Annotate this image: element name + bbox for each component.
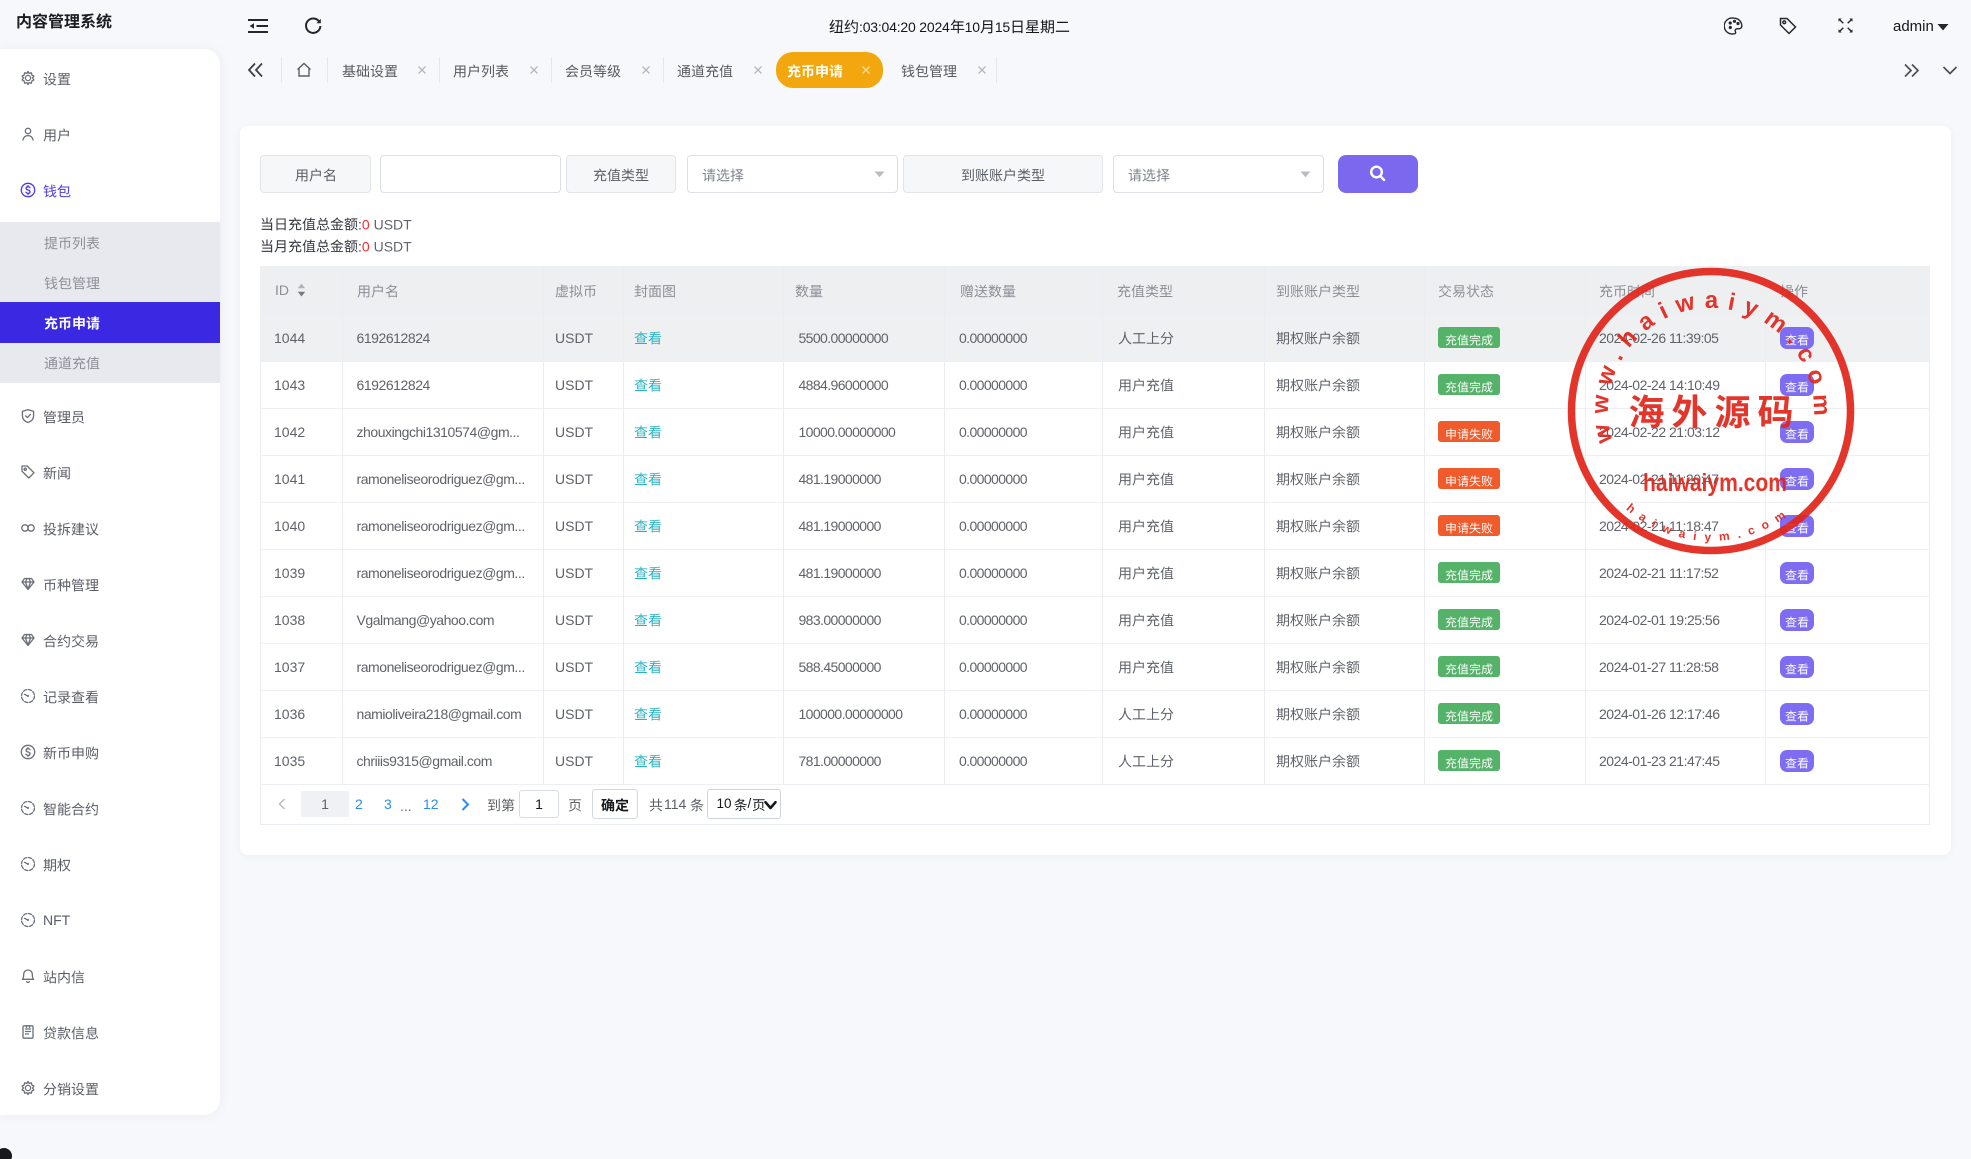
svg-text:www.haiwaiym.com: www.haiwaiym.com: [1587, 287, 1836, 447]
svg-text:haiwaiym.com: haiwaiym.com: [1643, 469, 1787, 497]
